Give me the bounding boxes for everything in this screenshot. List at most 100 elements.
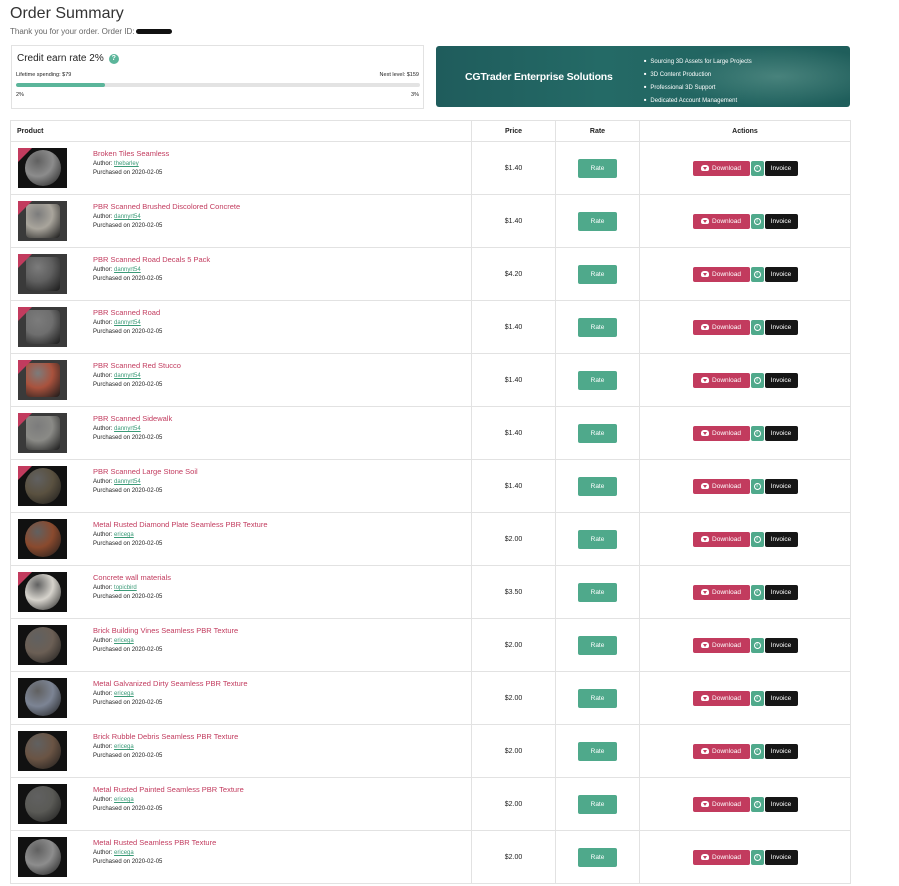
rate-button[interactable]: Rate [578, 370, 617, 390]
author-link[interactable]: dannyrt54 [114, 426, 141, 432]
invoice-button[interactable]: Invoice [764, 584, 798, 600]
info-button[interactable]: i [750, 478, 764, 494]
invoice-button[interactable]: Invoice [764, 425, 798, 441]
info-button[interactable]: i [750, 266, 764, 282]
info-button[interactable]: i [750, 425, 764, 441]
invoice-button[interactable]: Invoice [764, 743, 798, 759]
product-thumbnail[interactable] [18, 784, 67, 824]
rate-button[interactable]: Rate [578, 423, 617, 443]
info-button[interactable]: i [750, 690, 764, 706]
product-name-link[interactable]: Metal Rusted Painted Seamless PBR Textur… [93, 785, 244, 794]
product-name-link[interactable]: Brick Rubble Debris Seamless PBR Texture [93, 732, 238, 741]
product-name-link[interactable]: Metal Rusted Seamless PBR Texture [93, 838, 216, 847]
author-link[interactable]: dannyrt54 [114, 373, 141, 379]
info-button[interactable]: i [750, 531, 764, 547]
invoice-button[interactable]: Invoice [764, 319, 798, 335]
product-name-link[interactable]: PBR Scanned Road Decals 5 Pack [93, 255, 210, 264]
product-name-link[interactable]: Metal Rusted Diamond Plate Seamless PBR … [93, 520, 268, 529]
download-button[interactable]: Download [692, 319, 750, 335]
rate-button[interactable]: Rate [578, 741, 617, 761]
invoice-button[interactable]: Invoice [764, 372, 798, 388]
rate-button[interactable]: Rate [578, 794, 617, 814]
invoice-button[interactable]: Invoice [764, 531, 798, 547]
product-thumbnail[interactable] [18, 466, 67, 506]
rate-button[interactable]: Rate [578, 529, 617, 549]
info-button[interactable]: i [750, 584, 764, 600]
invoice-button[interactable]: Invoice [764, 478, 798, 494]
product-thumbnail[interactable] [18, 413, 67, 453]
product-thumbnail[interactable] [18, 572, 67, 612]
download-button[interactable]: Download [692, 849, 750, 865]
download-button[interactable]: Download [692, 531, 750, 547]
download-button[interactable]: Download [692, 796, 750, 812]
download-button[interactable]: Download [692, 637, 750, 653]
download-button[interactable]: Download [692, 425, 750, 441]
product-thumbnail[interactable] [18, 678, 67, 718]
author-link[interactable]: topicbird [114, 585, 137, 591]
author-link[interactable]: ericega [114, 532, 134, 538]
invoice-button[interactable]: Invoice [764, 690, 798, 706]
rate-button[interactable]: Rate [578, 476, 617, 496]
download-button[interactable]: Download [692, 690, 750, 706]
invoice-button[interactable]: Invoice [764, 213, 798, 229]
enterprise-banner[interactable]: CGTrader Enterprise Solutions Sourcing 3… [436, 46, 850, 107]
rate-button[interactable]: Rate [578, 211, 617, 231]
download-button[interactable]: Download [692, 266, 750, 282]
download-button[interactable]: Download [692, 584, 750, 600]
rate-button[interactable]: Rate [578, 264, 617, 284]
rate-button[interactable]: Rate [578, 582, 617, 602]
rate-button[interactable]: Rate [578, 635, 617, 655]
download-button[interactable]: Download [692, 743, 750, 759]
author-link[interactable]: dannyrt54 [114, 214, 141, 220]
info-button[interactable]: i [750, 796, 764, 812]
invoice-button[interactable]: Invoice [764, 849, 798, 865]
download-button[interactable]: Download [692, 478, 750, 494]
product-thumbnail[interactable] [18, 519, 67, 559]
rate-button[interactable]: Rate [578, 317, 617, 337]
product-thumbnail[interactable] [18, 360, 67, 400]
author-link[interactable]: ericega [114, 850, 134, 856]
product-name-link[interactable]: PBR Scanned Red Stucco [93, 361, 181, 370]
rate-button[interactable]: Rate [578, 847, 617, 867]
product-thumbnail[interactable] [18, 148, 67, 188]
product-name-link[interactable]: Brick Building Vines Seamless PBR Textur… [93, 626, 238, 635]
product-thumbnail[interactable] [18, 307, 67, 347]
author-link[interactable]: dannyrt54 [114, 267, 141, 273]
author-link[interactable]: ericega [114, 797, 134, 803]
question-circle-icon[interactable]: ? [108, 54, 119, 64]
product-name-link[interactable]: PBR Scanned Sidewalk [93, 414, 172, 423]
rate-button[interactable]: Rate [578, 688, 617, 708]
product-thumbnail[interactable] [18, 625, 67, 665]
info-button[interactable]: i [750, 213, 764, 229]
download-button[interactable]: Download [692, 160, 750, 176]
download-button[interactable]: Download [692, 213, 750, 229]
product-name-link[interactable]: Concrete wall materials [93, 573, 171, 582]
download-button[interactable]: Download [692, 372, 750, 388]
info-button[interactable]: i [750, 743, 764, 759]
author-link[interactable]: ericega [114, 691, 134, 697]
invoice-button[interactable]: Invoice [764, 160, 798, 176]
author-link[interactable]: dannyrt54 [114, 479, 141, 485]
author-link[interactable]: ericega [114, 744, 134, 750]
author-link[interactable]: dannyrt54 [114, 320, 141, 326]
product-name-link[interactable]: Metal Galvanized Dirty Seamless PBR Text… [93, 679, 248, 688]
product-thumbnail[interactable] [18, 254, 67, 294]
invoice-button[interactable]: Invoice [764, 637, 798, 653]
author-link[interactable]: thebarley [114, 161, 139, 167]
author-link[interactable]: ericega [114, 638, 134, 644]
info-button[interactable]: i [750, 319, 764, 335]
product-thumbnail[interactable] [18, 731, 67, 771]
invoice-button[interactable]: Invoice [764, 796, 798, 812]
info-button[interactable]: i [750, 372, 764, 388]
product-thumbnail[interactable] [18, 201, 67, 241]
product-name-link[interactable]: PBR Scanned Road [93, 308, 162, 317]
invoice-button[interactable]: Invoice [764, 266, 798, 282]
product-name-link[interactable]: PBR Scanned Large Stone Soil [93, 467, 198, 476]
product-name-link[interactable]: PBR Scanned Brushed Discolored Concrete [93, 202, 240, 211]
product-thumbnail[interactable] [18, 837, 67, 877]
rate-button[interactable]: Rate [578, 158, 617, 178]
info-button[interactable]: i [750, 849, 764, 865]
info-button[interactable]: i [750, 160, 764, 176]
info-button[interactable]: i [750, 637, 764, 653]
product-name-link[interactable]: Broken Tiles Seamless [93, 149, 169, 158]
